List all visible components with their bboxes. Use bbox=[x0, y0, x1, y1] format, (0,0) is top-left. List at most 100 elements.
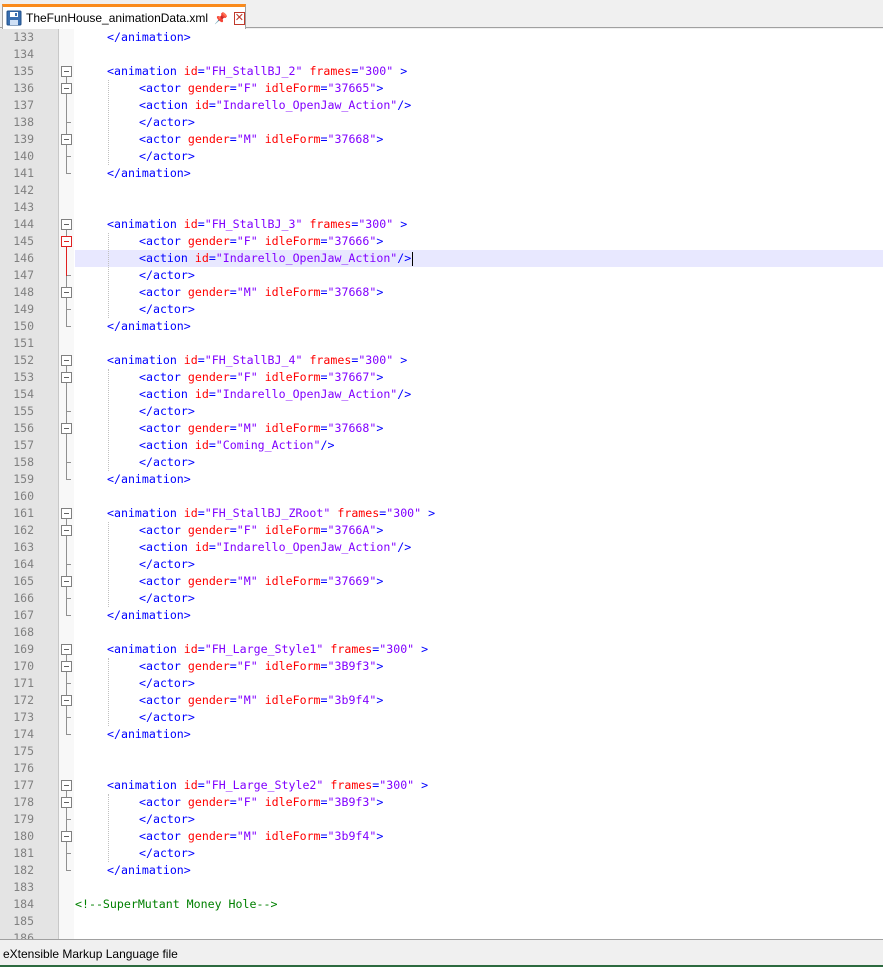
code-line[interactable]: <animation id="FH_StallBJ_4" frames="300… bbox=[75, 352, 883, 369]
code-token: /> bbox=[320, 438, 335, 452]
fold-toggle-icon[interactable] bbox=[61, 661, 72, 672]
fold-toggle-icon[interactable] bbox=[61, 525, 72, 536]
fold-toggle-icon[interactable] bbox=[61, 134, 72, 145]
code-line[interactable]: </actor> bbox=[75, 301, 883, 318]
pin-icon[interactable]: 📌 bbox=[214, 12, 228, 25]
fold-toggle-icon[interactable] bbox=[61, 355, 72, 366]
code-line[interactable]: <animation id="FH_StallBJ_2" frames="300… bbox=[75, 63, 883, 80]
line-number: 177 bbox=[13, 778, 34, 792]
code-line[interactable] bbox=[75, 182, 883, 199]
code-line[interactable]: <actor gender="F" idleForm="3B9f3"> bbox=[75, 658, 883, 675]
file-tab[interactable]: TheFunHouse_animationData.xml 📌 ✕ bbox=[2, 4, 246, 29]
code-line[interactable]: </actor> bbox=[75, 454, 883, 471]
code-line[interactable]: </actor> bbox=[75, 403, 883, 420]
code-line[interactable]: </animation> bbox=[75, 29, 883, 46]
code-line[interactable] bbox=[75, 488, 883, 505]
fold-toggle-icon[interactable] bbox=[61, 83, 72, 94]
code-token: id bbox=[194, 540, 209, 554]
fold-toggle-icon[interactable] bbox=[61, 287, 72, 298]
code-line[interactable] bbox=[75, 624, 883, 641]
code-line[interactable]: </actor> bbox=[75, 556, 883, 573]
code-line[interactable]: </animation> bbox=[75, 471, 883, 488]
fold-toggle-icon[interactable] bbox=[61, 831, 72, 842]
code-line[interactable]: <actor gender="M" idleForm="3b9f4"> bbox=[75, 828, 883, 845]
code-editor[interactable]: 133 134 135 136 137 138 139 140 141 142 143 144 145 1… bbox=[0, 29, 883, 939]
close-tab-button[interactable]: ✕ bbox=[233, 11, 246, 25]
fold-toggle-icon[interactable] bbox=[61, 797, 72, 808]
code-token: id bbox=[183, 353, 198, 367]
code-token: idleForm bbox=[264, 132, 321, 146]
code-line[interactable]: </actor> bbox=[75, 675, 883, 692]
code-line[interactable]: </animation> bbox=[75, 165, 883, 182]
code-line[interactable] bbox=[75, 913, 883, 930]
code-line[interactable]: <actor gender="M" idleForm="37668"> bbox=[75, 131, 883, 148]
code-line[interactable]: </animation> bbox=[75, 607, 883, 624]
code-token: idleForm bbox=[264, 370, 321, 384]
code-line[interactable]: <!--SuperMutant Money Hole--> bbox=[75, 896, 883, 913]
code-token: /> bbox=[397, 98, 412, 112]
code-line[interactable]: </actor> bbox=[75, 148, 883, 165]
code-line[interactable]: <action id="Indarello_OpenJaw_Action"/> bbox=[75, 250, 883, 267]
line-number: 167 bbox=[13, 608, 34, 622]
code-line[interactable]: <action id="Indarello_OpenJaw_Action"/> bbox=[75, 97, 883, 114]
fold-end-marker bbox=[66, 615, 71, 616]
code-line[interactable] bbox=[75, 743, 883, 760]
code-line[interactable]: </actor> bbox=[75, 709, 883, 726]
fold-toggle-icon[interactable] bbox=[61, 576, 72, 587]
code-line[interactable] bbox=[75, 199, 883, 216]
fold-toggle-icon[interactable] bbox=[61, 695, 72, 706]
code-line[interactable]: <actor gender="M" idleForm="3b9f4"> bbox=[75, 692, 883, 709]
code-line[interactable]: </actor> bbox=[75, 114, 883, 131]
code-line[interactable]: <actor gender="F" idleForm="3B9f3"> bbox=[75, 794, 883, 811]
code-token: "FH_StallBJ_3" bbox=[204, 217, 303, 231]
code-line[interactable] bbox=[75, 46, 883, 63]
code-line[interactable]: <actor gender="M" idleForm="37669"> bbox=[75, 573, 883, 590]
fold-toggle-icon[interactable] bbox=[61, 508, 72, 519]
code-line[interactable]: </animation> bbox=[75, 318, 883, 335]
code-line[interactable]: <action id="Indarello_OpenJaw_Action"/> bbox=[75, 386, 883, 403]
code-line[interactable]: <actor gender="F" idleForm="37667"> bbox=[75, 369, 883, 386]
code-line[interactable]: </actor> bbox=[75, 845, 883, 862]
code-line[interactable]: </animation> bbox=[75, 726, 883, 743]
code-token: <animation bbox=[107, 506, 184, 520]
code-token: </animation> bbox=[107, 863, 191, 877]
code-line[interactable] bbox=[75, 335, 883, 352]
code-line[interactable]: <actor gender="M" idleForm="37668"> bbox=[75, 284, 883, 301]
floppy-disk-icon bbox=[6, 10, 22, 26]
code-line[interactable]: </actor> bbox=[75, 590, 883, 607]
fold-toggle-icon[interactable] bbox=[61, 236, 72, 247]
line-number: 151 bbox=[13, 336, 34, 350]
code-token: = bbox=[197, 64, 205, 78]
code-token: = bbox=[197, 642, 205, 656]
fold-toggle-icon[interactable] bbox=[61, 423, 72, 434]
code-line[interactable]: </animation> bbox=[75, 862, 883, 879]
code-token: = bbox=[320, 234, 328, 248]
code-line[interactable]: <action id="Indarello_OpenJaw_Action"/> bbox=[75, 539, 883, 556]
code-line[interactable]: <animation id="FH_Large_Style1" frames="… bbox=[75, 641, 883, 658]
code-line[interactable] bbox=[75, 879, 883, 896]
code-line[interactable]: <actor gender="F" idleForm="3766A"> bbox=[75, 522, 883, 539]
code-token: </actor> bbox=[139, 812, 195, 826]
code-line[interactable]: <animation id="FH_StallBJ_3" frames="300… bbox=[75, 216, 883, 233]
fold-toggle-icon[interactable] bbox=[61, 219, 72, 230]
code-token: </animation> bbox=[107, 166, 191, 180]
code-line[interactable]: <actor gender="F" idleForm="37665"> bbox=[75, 80, 883, 97]
code-line[interactable] bbox=[75, 930, 883, 939]
code-line[interactable]: <actor gender="F" idleForm="37666"> bbox=[75, 233, 883, 250]
code-line[interactable]: <action id="Coming_Action"/> bbox=[75, 437, 883, 454]
code-line[interactable]: </actor> bbox=[75, 267, 883, 284]
fold-toggle-icon[interactable] bbox=[61, 66, 72, 77]
fold-toggle-icon[interactable] bbox=[61, 644, 72, 655]
code-line[interactable]: <animation id="FH_StallBJ_ZRoot" frames=… bbox=[75, 505, 883, 522]
line-number: 168 bbox=[13, 625, 34, 639]
fold-toggle-icon[interactable] bbox=[61, 372, 72, 383]
code-token: <actor bbox=[139, 81, 188, 95]
code-line[interactable]: <actor gender="M" idleForm="37668"> bbox=[75, 420, 883, 437]
code-line[interactable] bbox=[75, 760, 883, 777]
code-line[interactable]: <animation id="FH_Large_Style2" frames="… bbox=[75, 777, 883, 794]
code-line[interactable]: </actor> bbox=[75, 811, 883, 828]
fold-toggle-icon[interactable] bbox=[61, 780, 72, 791]
